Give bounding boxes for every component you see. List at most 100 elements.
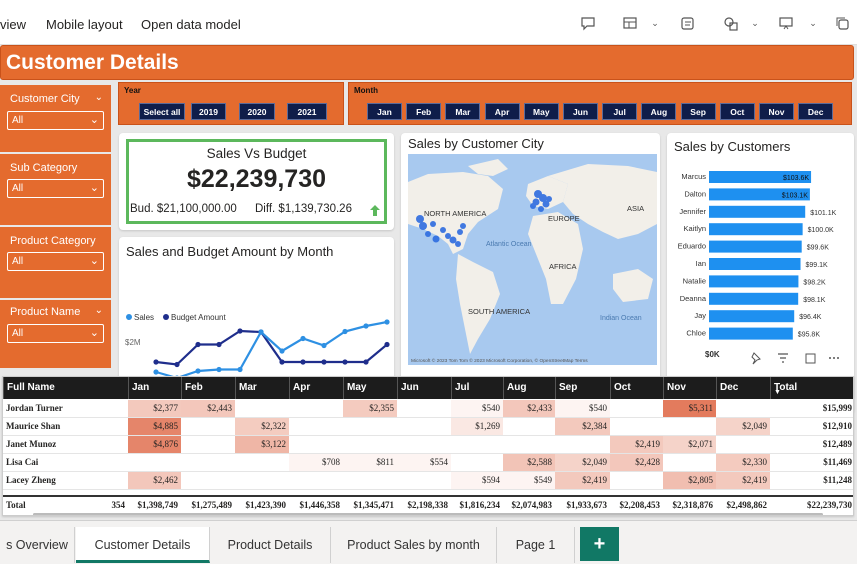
year-option[interactable]: Select all [139, 103, 185, 120]
data-point[interactable] [195, 341, 201, 348]
table-icon[interactable] [622, 16, 638, 31]
table-row[interactable]: Maurice Shan $4,885 $2,322 $1,269 $2,384 $2,0… [3, 418, 853, 436]
data-point[interactable] [258, 329, 264, 335]
table-row[interactable]: Jordan Turner $2,377 $2,443 $2,355 $540 $2,43… [3, 400, 853, 418]
table-row[interactable]: Lacey Zheng $2,462 $594 $549 $2,419 $2,805 $2,… [3, 472, 853, 490]
table-row[interactable]: Lisa Cai $708 $811 $554 $2,588 $2,049 $2,428 $2… [3, 454, 853, 472]
month-option[interactable]: Sep [680, 103, 716, 120]
chevron-down-icon[interactable]: ⌄ [647, 15, 663, 31]
filter-dropdown[interactable]: All ⌄ [7, 179, 104, 198]
data-point[interactable] [195, 368, 201, 374]
data-point[interactable] [237, 328, 243, 334]
menu-view[interactable]: view [0, 17, 26, 32]
data-point[interactable] [237, 366, 243, 373]
tab-product-details[interactable]: Product Details [210, 527, 331, 563]
year-option[interactable]: 2019 [191, 103, 226, 120]
bar[interactable] [709, 292, 799, 305]
data-point[interactable] [384, 319, 390, 325]
bar[interactable] [709, 275, 799, 288]
notes-icon[interactable] [680, 16, 696, 31]
column-header[interactable]: Aug [503, 377, 555, 399]
data-point[interactable] [279, 359, 285, 365]
data-point[interactable] [153, 369, 159, 375]
present-icon[interactable] [778, 16, 794, 31]
filter-product-name[interactable]: Product Name ⌄ All ⌄ [0, 300, 111, 368]
tab-product-sales-by-month[interactable]: Product Sales by month [331, 527, 497, 563]
chevron-down-icon[interactable]: ⌄ [747, 15, 763, 31]
bar[interactable] [709, 258, 801, 270]
focus-mode-icon[interactable] [805, 353, 816, 364]
data-point[interactable] [363, 359, 369, 365]
pin-icon[interactable] [751, 352, 761, 365]
column-header[interactable]: Sep [555, 377, 610, 399]
tab-page-1[interactable]: Page 1 [497, 527, 575, 563]
bar[interactable] [709, 205, 806, 218]
month-option[interactable]: Feb [406, 103, 442, 120]
month-option[interactable]: Nov [759, 103, 794, 120]
data-point[interactable] [363, 323, 369, 329]
column-header[interactable]: Jan [128, 377, 181, 399]
menu-open-data-model[interactable]: Open data model [141, 17, 241, 32]
column-header[interactable]: Mar [235, 377, 289, 399]
column-header[interactable]: Oct [610, 377, 663, 399]
comment-icon[interactable] [580, 16, 596, 31]
column-header[interactable]: Total [770, 377, 853, 399]
filter-icon[interactable] [778, 353, 788, 363]
bar-chart[interactable]: Marcus $103.6K Dalton $103.1K Jennifer $101.1… [667, 133, 854, 413]
data-point[interactable] [321, 359, 327, 365]
data-point[interactable] [342, 328, 348, 335]
month-option[interactable]: Apr [484, 103, 520, 120]
bar[interactable] [709, 223, 803, 236]
filter-sub-category[interactable]: Sub Category All ⌄ [0, 154, 111, 225]
menu-mobile-layout[interactable]: Mobile layout [46, 17, 123, 32]
sort-desc-icon[interactable]: ▼ [774, 389, 781, 396]
more-options-icon[interactable] [829, 357, 839, 359]
column-header[interactable]: Jun [397, 377, 451, 399]
data-point[interactable] [279, 348, 285, 354]
data-point[interactable] [300, 335, 306, 342]
chevron-down-icon[interactable]: ⌄ [95, 92, 103, 103]
filter-customer-city[interactable]: Customer City ⌄ All ⌄ [0, 85, 111, 152]
table-row[interactable]: Janet Munoz $4,876 $3,122 $2,419 $2,071 $12,4… [3, 436, 853, 454]
world-map[interactable]: NORTH AMERICA EUROPE ASIA Atlantic Ocean… [408, 154, 657, 365]
filter-product-category[interactable]: Product Category All ⌄ [0, 227, 111, 298]
month-option[interactable]: Dec [798, 103, 834, 120]
bar[interactable] [709, 327, 793, 340]
month-option[interactable]: May [523, 103, 559, 120]
month-option[interactable]: Mar [445, 103, 481, 120]
data-point[interactable] [321, 342, 327, 349]
column-header[interactable]: Jul [451, 377, 503, 399]
filter-dropdown[interactable]: All ⌄ [7, 252, 104, 271]
data-point[interactable] [216, 366, 222, 373]
filter-dropdown[interactable]: All ⌄ [7, 111, 104, 130]
column-header[interactable]: Dec [716, 377, 770, 399]
column-header-full-name[interactable]: Full Name [3, 377, 128, 399]
data-point[interactable] [174, 361, 180, 368]
month-option[interactable]: Aug [641, 103, 677, 120]
year-option[interactable]: 2020 [239, 103, 275, 120]
chevron-down-icon[interactable]: ⌄ [95, 305, 103, 316]
chevron-down-icon[interactable]: ⌄ [805, 15, 821, 31]
column-header[interactable]: Feb [181, 377, 235, 399]
year-option[interactable]: 2021 [287, 103, 327, 120]
data-point[interactable] [384, 341, 390, 348]
horizontal-scrollbar[interactable] [33, 513, 823, 515]
month-option[interactable]: Jul [602, 103, 638, 120]
data-point[interactable] [342, 359, 348, 365]
bar[interactable] [709, 310, 795, 323]
data-point[interactable] [300, 359, 306, 365]
column-header[interactable]: Apr [289, 377, 343, 399]
tab-overview[interactable]: s Overview [0, 527, 75, 563]
data-point[interactable] [216, 341, 222, 348]
month-option[interactable]: Oct [719, 103, 755, 120]
data-point[interactable] [153, 359, 159, 365]
copy-icon[interactable] [835, 16, 851, 31]
month-option[interactable]: Jun [563, 103, 598, 120]
shapes-icon[interactable] [723, 16, 739, 31]
bar[interactable] [709, 240, 802, 253]
tab-customer-details[interactable]: Customer Details [76, 527, 210, 563]
column-header[interactable]: May [343, 377, 397, 399]
month-option[interactable]: Jan [367, 103, 402, 120]
filter-dropdown[interactable]: All ⌄ [7, 324, 104, 343]
add-page-button[interactable]: + [580, 527, 619, 561]
